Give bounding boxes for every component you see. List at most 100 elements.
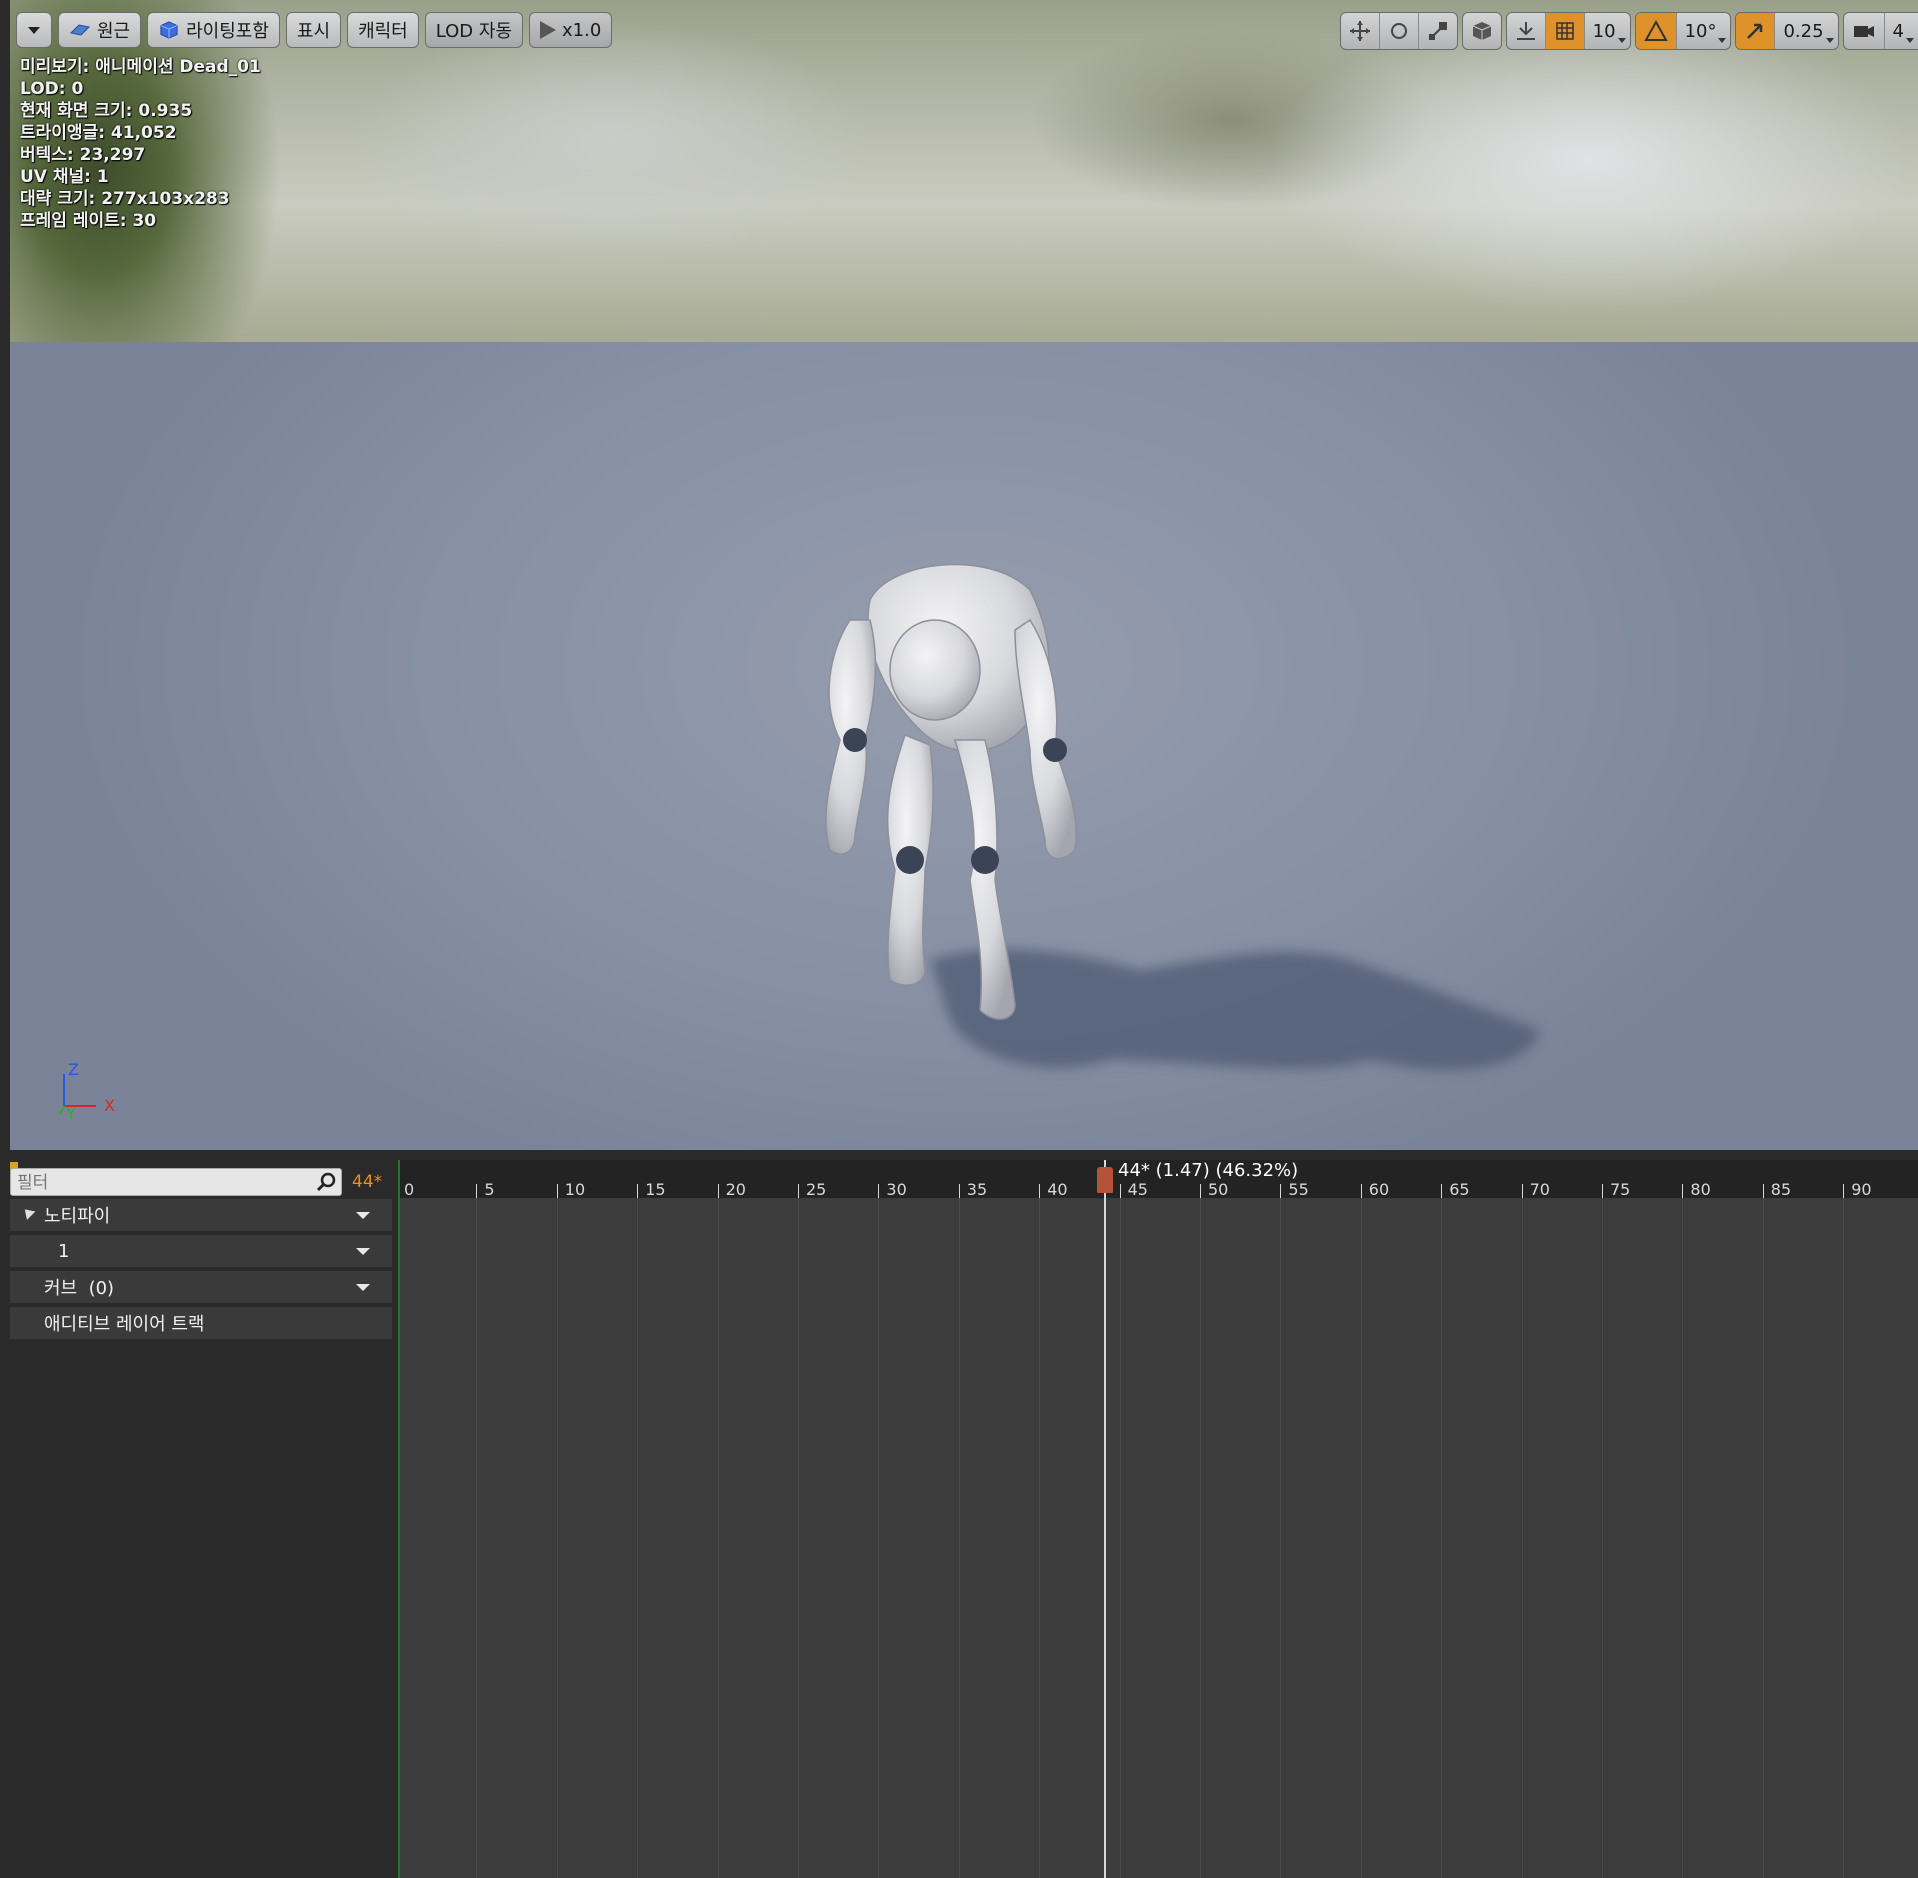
scale-snap-toggle[interactable]	[1736, 13, 1776, 49]
lod-label: LOD 자동	[435, 21, 513, 42]
stat-line: 트라이앵글: 41,052	[20, 123, 177, 143]
camera-icon	[1853, 26, 1874, 37]
ruler-tick-label: 80	[1690, 1180, 1711, 1199]
stat-line: 대략 크기: 277x103x283	[20, 189, 230, 209]
grid-snap-value[interactable]: 10	[1585, 13, 1630, 49]
axis-y-label: Y	[66, 1104, 76, 1123]
grid-icon	[1555, 22, 1574, 40]
rotation-snap-value[interactable]: 10°	[1677, 13, 1731, 49]
ruler-tick	[1119, 1184, 1121, 1198]
coordinate-space-group	[1461, 12, 1502, 50]
grid-line	[1521, 1198, 1523, 1878]
filter-input[interactable]	[11, 1169, 309, 1197]
rotation-snap-toggle[interactable]	[1635, 13, 1677, 49]
ruler-tick-label: 55	[1288, 1180, 1309, 1199]
transform-mode-group	[1339, 12, 1458, 50]
search-icon[interactable]	[315, 1171, 337, 1193]
lit-cube-icon	[160, 21, 178, 39]
ruler-tick-label: 90	[1851, 1180, 1872, 1199]
ruler-tick	[556, 1184, 558, 1198]
track-notifies[interactable]: 노티파이	[10, 1199, 392, 1231]
perspective-button[interactable]: 원근	[58, 12, 142, 48]
ruler-tick	[637, 1184, 639, 1198]
show-menu-button[interactable]: 표시	[285, 12, 342, 48]
ruler-tick	[798, 1184, 799, 1198]
grid-line	[878, 1198, 880, 1878]
grid-line	[717, 1198, 719, 1878]
track-label: 1	[58, 1240, 70, 1262]
chevron-down-icon[interactable]	[356, 1248, 370, 1255]
ruler-tick-label: 75	[1610, 1180, 1631, 1199]
angle-icon	[1643, 20, 1668, 41]
stat-line: UV 채널: 1	[20, 167, 109, 187]
track-label: 애디티브 레이어 트랙	[44, 1314, 205, 1335]
ruler-tick-label: 45	[1127, 1180, 1148, 1199]
chevron-down-icon[interactable]	[356, 1284, 370, 1291]
track-additive-layer[interactable]: 애디티브 레이어 트랙	[10, 1307, 392, 1339]
character-shadow	[930, 949, 1540, 1070]
scale-mode-button[interactable]	[1419, 13, 1457, 49]
camera-speed-value[interactable]: 4	[1885, 13, 1918, 49]
start-marker	[398, 1160, 400, 1878]
track-filter[interactable]	[10, 1168, 342, 1197]
stat-line: 현재 화면 크기: 0.935	[20, 101, 193, 121]
grid-line	[1280, 1198, 1282, 1878]
lighting-label: 라이팅포함	[186, 21, 269, 42]
scale-icon	[1428, 22, 1447, 40]
surface-snap-button[interactable]	[1507, 13, 1546, 49]
ruler-tick	[1441, 1184, 1443, 1198]
ruler-tick-label: 85	[1770, 1180, 1792, 1199]
lod-button[interactable]: LOD 자동	[424, 12, 524, 48]
viewport-menu-button[interactable]	[16, 12, 52, 48]
character-mannequin	[825, 563, 1540, 1070]
character-menu-button[interactable]: 캐릭터	[347, 12, 419, 48]
lighting-mode-button[interactable]: 라이팅포함	[147, 12, 280, 48]
grid-line	[1602, 1198, 1603, 1878]
ruler-tick	[958, 1184, 960, 1198]
grid-snap-toggle[interactable]	[1545, 13, 1585, 49]
ruler-tick-label: 15	[645, 1180, 666, 1199]
grid-line	[1119, 1198, 1121, 1878]
translate-mode-button[interactable]	[1341, 13, 1380, 49]
viewport-toolbar-right: 10 10° 0.25 4	[1339, 12, 1918, 52]
ruler-tick-label: 70	[1529, 1180, 1550, 1199]
stat-line: 버텍스: 23,297	[20, 145, 146, 165]
ruler-tick-label: 30	[886, 1180, 907, 1199]
ruler-tick	[1280, 1184, 1282, 1198]
track-notify-1[interactable]: 1	[10, 1235, 392, 1267]
ruler-tick-label: 60	[1368, 1180, 1390, 1199]
timeline-area[interactable]: 0 5 10 15 20 25 30 35 40 45 50 55 60 65 70 75 80 85 90 44*…	[398, 1160, 1918, 1878]
ruler-tick	[1762, 1184, 1764, 1198]
grid-line	[1200, 1198, 1201, 1878]
ruler-tick	[1521, 1184, 1523, 1198]
ruler-tick-label: 20	[725, 1180, 746, 1199]
chevron-down-icon[interactable]	[356, 1212, 370, 1219]
collapse-triangle-icon	[20, 1205, 36, 1220]
rotate-mode-button[interactable]	[1380, 13, 1419, 49]
grid-line	[1360, 1198, 1362, 1878]
scale-snap-value[interactable]: 0.25	[1775, 13, 1837, 49]
cube-icon	[1472, 22, 1491, 40]
preview-viewport[interactable]: 원근 라이팅포함 표시 캐릭터 LOD 자동 x1.0 10 10° 0.25 …	[10, 0, 1918, 1150]
viewport-stats: 미리보기: 애니메이션 Dead_01 LOD: 0 현재 화면 크기: 0.9…	[20, 56, 261, 232]
ruler-tick	[1039, 1184, 1041, 1198]
ruler-tick	[1200, 1184, 1201, 1198]
perspective-icon	[69, 24, 91, 36]
scale-snap-icon	[1747, 23, 1763, 39]
playhead-handle[interactable]	[1097, 1167, 1113, 1193]
playhead-line[interactable]	[1104, 1160, 1106, 1878]
camera-speed-button[interactable]	[1844, 13, 1885, 49]
ruler-tick-label: 35	[966, 1180, 988, 1199]
world-local-toggle[interactable]	[1463, 13, 1501, 49]
surface-snap-icon	[1516, 22, 1535, 40]
axis-z-label: Z	[68, 1060, 79, 1079]
ruler-tick-label: 25	[806, 1180, 827, 1199]
ruler-tick	[1602, 1184, 1603, 1198]
axis-x-label: X	[104, 1096, 115, 1115]
chevron-down-icon	[28, 26, 40, 34]
rotation-snap-group: 10°	[1634, 12, 1732, 50]
translate-icon	[1349, 21, 1370, 41]
track-curves[interactable]: 커브 (0)	[10, 1271, 392, 1303]
camera-speed-group: 4	[1842, 12, 1918, 50]
playback-speed-button[interactable]: x1.0	[529, 12, 613, 48]
